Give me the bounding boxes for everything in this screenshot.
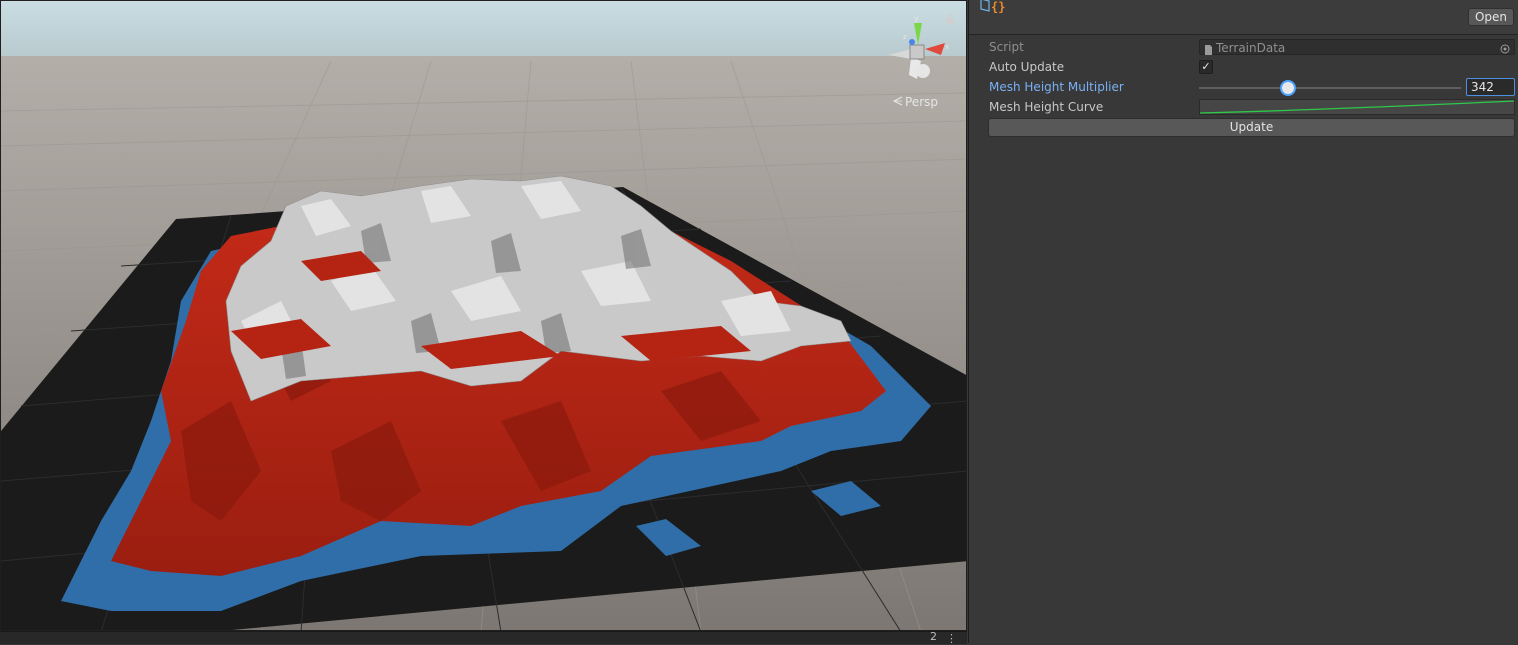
svg-text:z: z bbox=[903, 33, 907, 41]
object-picker-icon[interactable] bbox=[1500, 42, 1510, 58]
checkmark-icon: ✓ bbox=[1201, 60, 1211, 73]
lock-icon[interactable] bbox=[945, 13, 955, 28]
curve-preview bbox=[1199, 100, 1515, 114]
inspector-header: {} Open bbox=[969, 0, 1518, 35]
script-asset-icon: {} bbox=[979, 0, 1013, 19]
projection-label: Persp bbox=[905, 95, 938, 109]
scene-viewport[interactable] bbox=[1, 1, 967, 631]
perspective-icon bbox=[892, 95, 903, 109]
open-button[interactable]: Open bbox=[1467, 8, 1514, 26]
more-options-icon[interactable]: ⋮ bbox=[946, 632, 957, 645]
svg-text:x: x bbox=[945, 43, 949, 51]
svg-text:{}: {} bbox=[991, 0, 1005, 14]
multiplier-slider-thumb[interactable] bbox=[1280, 80, 1297, 96]
script-name: TerrainData bbox=[1216, 41, 1286, 55]
projection-toggle[interactable]: Persp bbox=[892, 95, 938, 109]
orientation-gizmo-icon[interactable]: y z x bbox=[881, 15, 951, 87]
script-file-icon bbox=[1204, 43, 1213, 59]
auto-update-checkbox[interactable]: ✓ bbox=[1199, 60, 1213, 74]
mesh-height-curve-label: Mesh Height Curve bbox=[989, 100, 1104, 114]
scene-status-bar: 2 ⋮ bbox=[0, 630, 967, 645]
multiplier-value-input[interactable] bbox=[1466, 78, 1515, 96]
mesh-height-multiplier-label: Mesh Height Multiplier bbox=[989, 80, 1124, 94]
inspector-panel: {} Open Script TerrainData Auto Update ✓… bbox=[968, 0, 1518, 643]
script-object-field[interactable]: TerrainData bbox=[1199, 39, 1515, 55]
auto-update-label: Auto Update bbox=[989, 60, 1065, 74]
update-button[interactable]: Update bbox=[988, 118, 1515, 137]
multiplier-slider-track[interactable] bbox=[1199, 87, 1461, 89]
gizmo-axis-label: y bbox=[914, 15, 919, 23]
mesh-height-curve-field[interactable] bbox=[1199, 99, 1515, 115]
scene-view[interactable]: y z x Persp bbox=[0, 0, 967, 631]
script-label: Script bbox=[989, 40, 1024, 54]
status-count: 2 bbox=[930, 630, 937, 643]
